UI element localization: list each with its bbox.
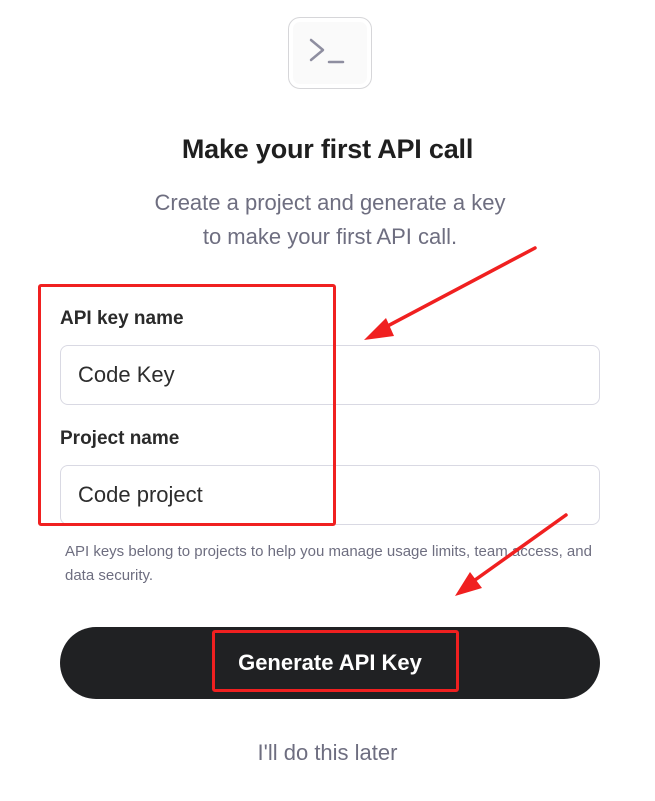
page-subtitle: Create a project and generate a key to m… — [154, 190, 506, 249]
api-key-name-input[interactable] — [60, 345, 600, 405]
create-api-key-page: Make your first API call Create a projec… — [0, 0, 655, 801]
project-name-input[interactable] — [60, 465, 600, 525]
helper-text: API keys belong to projects to help you … — [65, 543, 592, 584]
generate-api-key-button[interactable]: Generate API Key — [60, 627, 600, 699]
api-key-name-label: API key name — [60, 308, 184, 329]
project-name-label: Project name — [60, 428, 180, 449]
do-this-later-link[interactable]: I'll do this later — [0, 740, 655, 766]
terminal-icon — [288, 17, 372, 89]
arrow-to-api-key-field — [364, 246, 537, 340]
page-title: Make your first API call — [181, 134, 474, 164]
